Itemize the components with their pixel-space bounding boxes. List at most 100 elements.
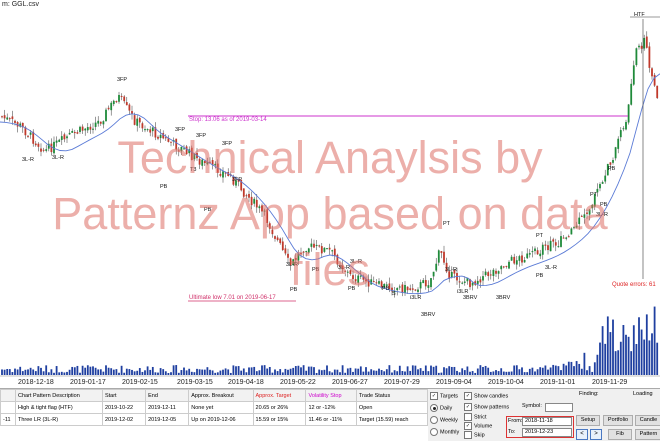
volume-bar [508,371,510,375]
monthly-radio[interactable]: Monthly [430,428,459,436]
volume-bar [92,366,94,375]
volume-bar [219,370,222,375]
weekly-radio[interactable]: Weekly [430,416,458,424]
symbol-input[interactable] [545,403,573,412]
volume-bar [201,369,204,375]
volume-bar [570,361,573,375]
candle-body [492,269,495,277]
show-candles-checkbox[interactable]: ✓ Show candles [464,392,508,400]
cell: 2019-10-22 [101,401,147,414]
candle-body [552,239,555,242]
volume-bar [593,362,596,375]
cell: 2019-12-05 [145,413,190,426]
targets-checkbox[interactable]: ✓ Targets [430,392,458,400]
candle-body [63,134,66,140]
volume-bar [435,365,438,375]
volume-bar [76,365,79,375]
col-header-index[interactable] [0,389,16,402]
volume-bar [380,370,383,375]
volume-bar [167,372,170,375]
volume-bar [27,369,29,375]
volume-bar [404,371,406,375]
show-patterns-checkbox[interactable]: ✓ Show patterns [464,403,509,411]
volume-bar [419,368,422,375]
volume-bar [409,370,412,375]
volume-bar [68,369,71,375]
candle-body [14,120,16,123]
candle-body [45,149,48,151]
volume-bar [16,369,19,375]
candle-body [8,118,11,120]
volume-bar [437,372,440,375]
volume-bar [471,371,474,375]
col-header-start[interactable]: Start [101,389,147,402]
pattern-table-panel: Chart Pattern Description Start End Appr… [0,388,429,441]
date-tick-label: 2019-11-29 [592,379,627,386]
volume-bar [557,366,560,375]
volume-bar [612,319,614,375]
volume-bar [307,366,310,375]
volume-bar [635,344,638,375]
skip-checkbox[interactable]: Skip [464,431,485,439]
loading-label: Loading [633,391,653,397]
volume-bar [320,370,323,375]
candle-body [515,260,518,265]
candle-body [484,271,487,276]
prev-button[interactable]: < [576,429,588,440]
volume-bar [297,365,300,375]
table-row[interactable]: -11 Three LR (3L-R) 2019-12-02 2019-12-0… [0,413,429,426]
setup-button[interactable]: Setup [576,415,600,426]
next-button[interactable]: > [590,429,602,440]
to-date-input[interactable]: 2019-12-23 [522,428,572,437]
volume-bar [544,365,547,375]
volume-bar [235,366,237,375]
volume-bar [185,370,188,375]
candle-body [547,245,549,251]
candle-body [92,128,94,130]
col-header-breakout[interactable]: Approx. Breakout [188,389,254,402]
col-header-description[interactable]: Chart Pattern Description [15,389,103,402]
volume-bar [214,372,217,375]
col-header-target[interactable]: Approx. Target [252,389,307,402]
col-header-status[interactable]: Trade Status [355,389,429,402]
volume-bar [73,367,76,375]
volume-bar [105,365,107,375]
candle-body [440,251,443,253]
candle-body [609,162,612,165]
pattern-label: 3L-R [52,155,64,161]
volume-bar [521,367,523,375]
col-header-end[interactable]: End [145,389,190,402]
volume-bar [21,371,24,375]
daily-radio[interactable]: Daily [430,404,452,412]
cell: Up on 2019-12-06 [188,413,254,426]
title-bar: m: GGL.csv [0,0,660,11]
from-date-input[interactable]: 2018-11-18 [522,417,572,426]
portfolio-button[interactable]: Portfolio [603,415,633,426]
volume-bar [71,366,74,375]
candles-button[interactable]: Candle [635,415,660,426]
table-row[interactable]: High & tight flag (HTF) 2019-10-22 2019-… [0,401,429,414]
candle-body [521,255,523,263]
price-chart[interactable]: Stop: 13.06 as of 2019-03-14 Ultimate lo… [0,11,660,387]
strict-checkbox[interactable]: Strict [464,413,487,421]
volume-bar [32,369,35,375]
candle-body [502,266,505,268]
monthly-label: Monthly [440,429,460,436]
volume-bar [531,367,534,375]
volume-bar [177,372,180,375]
volume-bar [323,369,326,375]
volume-bar [487,367,490,375]
candle-body [482,276,484,281]
col-header-stop[interactable]: Volatility Stop [305,389,357,402]
fib-button[interactable]: Fib [608,429,632,440]
candle-body [653,74,656,86]
cell: Three LR (3L-R) [15,413,103,426]
candle-body [378,281,380,284]
ultimate-low-label: Ultimate low 7.01 on 2019-06-17 [189,295,276,301]
date-tick-label: 2019-05-22 [280,379,316,386]
volume-checkbox[interactable]: ✓ Volume [464,422,492,430]
pattern-label: 3BRV [421,312,436,318]
volume-bar [565,365,568,375]
candle-body [76,132,79,134]
patterns-button[interactable]: Pattern [635,429,660,440]
